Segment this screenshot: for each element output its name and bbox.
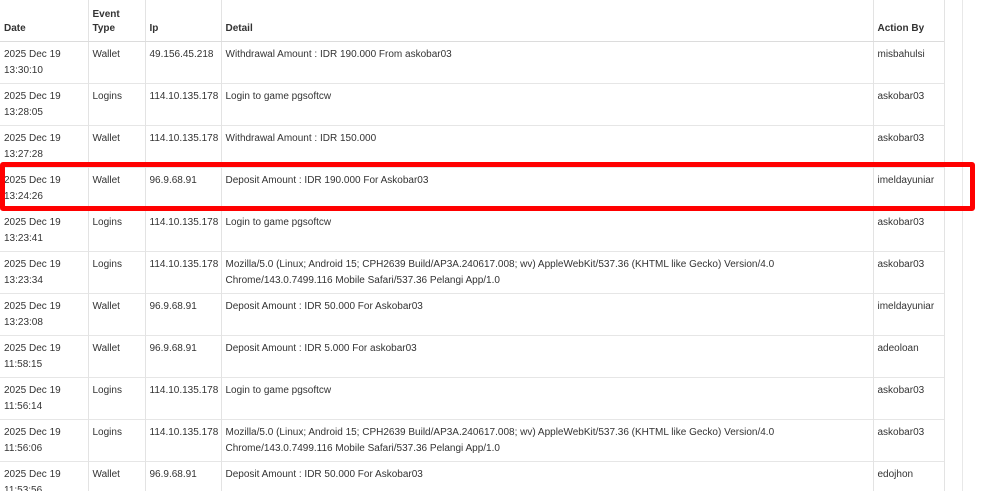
cell-event-type: Wallet <box>88 292 146 335</box>
cell-detail: Deposit Amount : IDR 5.000 For askobar03 <box>221 334 874 377</box>
cell-detail: Withdrawal Amount : IDR 150.000 <box>221 124 874 167</box>
cell-event-type: Logins <box>88 376 146 419</box>
cell-date: 2025 Dec 19 13:27:28 <box>0 124 89 167</box>
cell-detail: Login to game pgsoftcw <box>221 376 874 419</box>
cell-event-type: Wallet <box>88 460 146 491</box>
cell-ip: 96.9.68.91 <box>145 292 222 335</box>
cell-action-by: imeldayuniar <box>873 292 944 335</box>
cell-ip: 96.9.68.91 <box>145 460 222 491</box>
table-row[interactable]: 2025 Dec 19 13:30:10 Wallet 49.156.45.218 W… <box>0 40 944 83</box>
table-header: Date Event Type Ip Detail Action By <box>0 0 944 42</box>
cell-date: 2025 Dec 19 13:23:08 <box>0 292 89 335</box>
cell-date: 2025 Dec 19 13:28:05 <box>0 82 89 125</box>
cell-ip: 96.9.68.91 <box>145 166 222 209</box>
cell-date: 2025 Dec 19 13:24:26 <box>0 166 89 209</box>
cell-event-type: Logins <box>88 250 146 293</box>
cell-ip: 96.9.68.91 <box>145 334 222 377</box>
cell-event-type: Wallet <box>88 334 146 377</box>
column-header-ip[interactable]: Ip <box>145 0 222 42</box>
cell-detail: Login to game pgsoftcw <box>221 82 874 125</box>
cell-date: 2025 Dec 19 11:56:14 <box>0 376 89 419</box>
cell-action-by: edojhon <box>873 460 944 491</box>
cell-detail: Deposit Amount : IDR 50.000 For Askobar0… <box>221 292 874 335</box>
cell-ip: 114.10.135.178 <box>145 250 222 293</box>
cell-detail: Mozilla/5.0 (Linux; Android 15; CPH2639 … <box>221 250 874 293</box>
cell-ip: 114.10.135.178 <box>145 208 222 251</box>
cell-action-by: askobar03 <box>873 376 944 419</box>
cell-action-by: askobar03 <box>873 208 944 251</box>
cell-action-by: askobar03 <box>873 82 944 125</box>
cell-event-type: Wallet <box>88 166 146 209</box>
cell-detail: Withdrawal Amount : IDR 190.000 From ask… <box>221 40 874 83</box>
table-row[interactable]: 2025 Dec 19 11:56:14 Logins 114.10.135.178… <box>0 376 944 419</box>
activity-log-table: Date Event Type Ip Detail Action By 2025… <box>0 0 944 491</box>
cell-action-by: misbahulsi <box>873 40 944 83</box>
cell-date: 2025 Dec 19 11:53:56 <box>0 460 89 491</box>
cell-date: 2025 Dec 19 13:30:10 <box>0 40 89 83</box>
scroll-track[interactable] <box>962 0 963 491</box>
cell-event-type: Wallet <box>88 124 146 167</box>
cell-ip: 114.10.135.178 <box>145 376 222 419</box>
cell-ip: 49.156.45.218 <box>145 40 222 83</box>
column-header-date[interactable]: Date <box>0 0 89 42</box>
cell-action-by: askobar03 <box>873 124 944 167</box>
cell-event-type: Wallet <box>88 40 146 83</box>
cell-detail: Deposit Amount : IDR 190.000 For Askobar… <box>221 166 874 209</box>
table-row[interactable]: 2025 Dec 19 11:58:15 Wallet 96.9.68.91 Depo… <box>0 334 944 377</box>
table-row[interactable]: 2025 Dec 19 13:24:26 Wallet 96.9.68.91 Depo… <box>0 166 944 209</box>
table-row[interactable]: 2025 Dec 19 11:56:06 Logins 114.10.135.178… <box>0 418 944 461</box>
table-row[interactable]: 2025 Dec 19 13:28:05 Logins 114.10.135.178… <box>0 82 944 125</box>
column-header-detail[interactable]: Detail <box>221 0 874 42</box>
cell-detail: Mozilla/5.0 (Linux; Android 15; CPH2639 … <box>221 418 874 461</box>
table-row[interactable]: 2025 Dec 19 13:23:34 Logins 114.10.135.178… <box>0 250 944 293</box>
cell-detail: Deposit Amount : IDR 50.000 For Askobar0… <box>221 460 874 491</box>
activity-log-table-container: Date Event Type Ip Detail Action By 2025… <box>0 0 945 491</box>
cell-action-by: askobar03 <box>873 418 944 461</box>
cell-action-by: adeoloan <box>873 334 944 377</box>
table-row[interactable]: 2025 Dec 19 13:23:08 Wallet 96.9.68.91 Depo… <box>0 292 944 335</box>
table-body: 2025 Dec 19 13:30:10 Wallet 49.156.45.218 W… <box>0 40 944 491</box>
cell-event-type: Logins <box>88 418 146 461</box>
column-header-event-type[interactable]: Event Type <box>88 0 146 42</box>
cell-detail: Login to game pgsoftcw <box>221 208 874 251</box>
cell-date: 2025 Dec 19 11:56:06 <box>0 418 89 461</box>
cell-action-by: askobar03 <box>873 250 944 293</box>
column-header-action-by[interactable]: Action By <box>873 0 944 42</box>
cell-date: 2025 Dec 19 13:23:34 <box>0 250 89 293</box>
table-row[interactable]: 2025 Dec 19 11:53:56 Wallet 96.9.68.91 Depo… <box>0 460 944 491</box>
cell-event-type: Logins <box>88 208 146 251</box>
table-row[interactable]: 2025 Dec 19 13:23:41 Logins 114.10.135.178… <box>0 208 944 251</box>
cell-date: 2025 Dec 19 13:23:41 <box>0 208 89 251</box>
cell-event-type: Logins <box>88 82 146 125</box>
cell-ip: 114.10.135.178 <box>145 418 222 461</box>
cell-ip: 114.10.135.178 <box>145 82 222 125</box>
table-row[interactable]: 2025 Dec 19 13:27:28 Wallet 114.10.135.178… <box>0 124 944 167</box>
cell-date: 2025 Dec 19 11:58:15 <box>0 334 89 377</box>
header-row: Date Event Type Ip Detail Action By <box>0 0 944 42</box>
cell-ip: 114.10.135.178 <box>145 124 222 167</box>
cell-action-by: imeldayuniar <box>873 166 944 209</box>
